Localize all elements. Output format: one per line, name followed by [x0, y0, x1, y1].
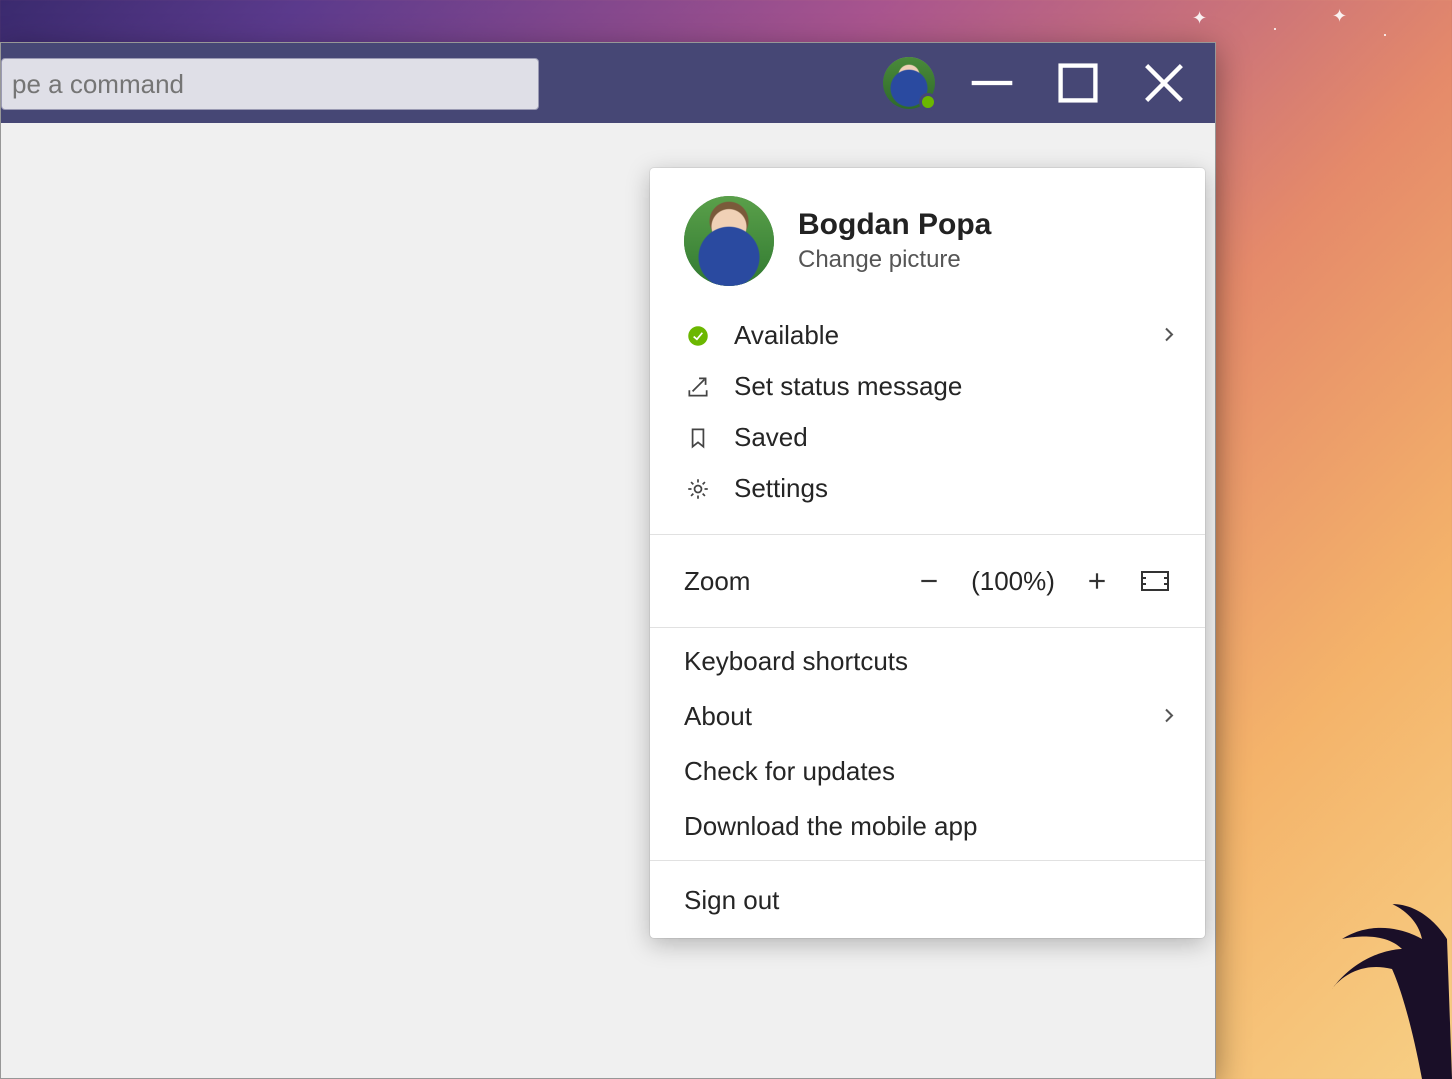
profile-header: Bogdan Popa Change picture: [650, 168, 1205, 304]
edit-note-icon: [684, 373, 712, 401]
zoom-row: Zoom (100%): [650, 541, 1205, 621]
command-search-input[interactable]: [12, 69, 528, 100]
titlebar-avatar[interactable]: [883, 57, 935, 109]
menu-divider: [650, 860, 1205, 861]
profile-menu-panel: Bogdan Popa Change picture Available Set…: [650, 168, 1205, 938]
window-maximize-button[interactable]: [1049, 43, 1107, 123]
fullscreen-button[interactable]: [1131, 557, 1179, 605]
check-updates-label: Check for updates: [684, 756, 895, 786]
settings-label: Settings: [734, 473, 828, 504]
set-status-label: Set status message: [734, 371, 962, 402]
settings-menu-item[interactable]: Settings: [650, 463, 1205, 514]
check-updates-menu-item[interactable]: Check for updates: [650, 744, 1205, 799]
sign-out-menu-item[interactable]: Sign out: [650, 867, 1205, 938]
about-menu-item[interactable]: About: [650, 689, 1205, 744]
zoom-in-button[interactable]: [1073, 557, 1121, 605]
chevron-right-icon: [1159, 701, 1179, 732]
window-minimize-button[interactable]: [963, 43, 1021, 123]
zoom-label: Zoom: [684, 566, 750, 597]
keyboard-shortcuts-label: Keyboard shortcuts: [684, 646, 908, 676]
window-close-button[interactable]: [1135, 43, 1193, 123]
set-status-menu-item[interactable]: Set status message: [650, 361, 1205, 412]
download-mobile-menu-item[interactable]: Download the mobile app: [650, 799, 1205, 854]
sign-out-label: Sign out: [684, 885, 779, 915]
presence-menu-item[interactable]: Available: [650, 310, 1205, 361]
gear-icon: [684, 475, 712, 503]
change-picture-link[interactable]: Change picture: [798, 246, 991, 274]
saved-label: Saved: [734, 422, 808, 453]
download-mobile-label: Download the mobile app: [684, 811, 977, 841]
presence-label: Available: [734, 320, 839, 351]
menu-divider: [650, 627, 1205, 628]
zoom-out-button[interactable]: [905, 557, 953, 605]
about-label: About: [684, 701, 752, 731]
app-window: Bogdan Popa Change picture Available Set…: [0, 42, 1216, 1079]
profile-avatar[interactable]: [684, 196, 774, 286]
wallpaper-palm: [1192, 819, 1452, 1079]
available-status-icon: [684, 322, 712, 350]
profile-name: Bogdan Popa: [798, 208, 991, 242]
title-bar: [1, 43, 1215, 123]
background-list: [1, 123, 649, 1078]
menu-divider: [650, 534, 1205, 535]
chevron-right-icon: [1159, 320, 1179, 351]
zoom-level: (100%): [963, 566, 1063, 597]
keyboard-shortcuts-menu-item[interactable]: Keyboard shortcuts: [650, 634, 1205, 689]
command-search-box[interactable]: [1, 58, 539, 110]
bookmark-icon: [684, 424, 712, 452]
saved-menu-item[interactable]: Saved: [650, 412, 1205, 463]
presence-indicator-icon: [919, 93, 937, 111]
